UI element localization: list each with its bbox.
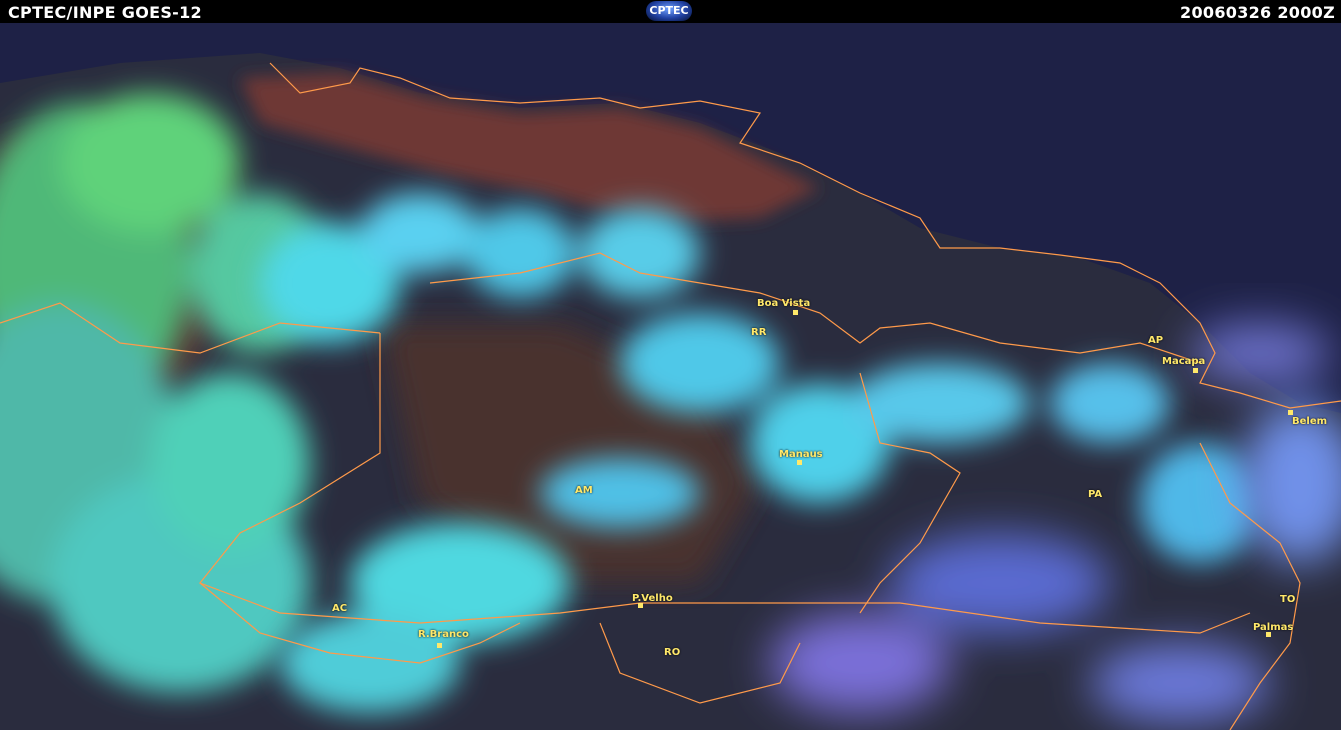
cptec-logo: CPTEC <box>646 1 692 21</box>
state-label-ac: AC <box>332 603 348 614</box>
state-label-pa: PA <box>1088 489 1103 500</box>
satellite-title: CPTEC/INPE GOES-12 <box>8 3 202 22</box>
city-label-r-branco: R.Branco <box>418 629 469 640</box>
state-label-to: TO <box>1280 594 1296 605</box>
city-label-palmas: Palmas <box>1253 622 1294 633</box>
satellite-image: RR AP AM PA AC RO TO Boa Vista Macapa Be… <box>0 23 1341 730</box>
city-label-belem: Belem <box>1292 416 1328 427</box>
satellite-imagery <box>0 23 1341 730</box>
state-label-am: AM <box>575 485 593 496</box>
city-marker-manaus <box>797 460 802 465</box>
timestamp: 20060326 2000Z <box>1180 3 1335 22</box>
logo-text: CPTEC <box>649 4 689 17</box>
city-marker-macapa <box>1193 368 1198 373</box>
state-label-ro: RO <box>664 647 681 658</box>
city-label-manaus: Manaus <box>779 449 823 460</box>
city-marker-belem <box>1288 410 1293 415</box>
city-marker-boa-vista <box>793 310 798 315</box>
satellite-viewer: CPTEC/INPE GOES-12 20060326 2000Z CPTEC <box>0 0 1341 730</box>
city-marker-palmas <box>1266 632 1271 637</box>
city-label-boa-vista: Boa Vista <box>757 298 811 309</box>
city-marker-p-velho <box>638 603 643 608</box>
state-label-ap: AP <box>1148 335 1164 346</box>
city-label-macapa: Macapa <box>1162 356 1206 367</box>
state-label-rr: RR <box>751 327 767 338</box>
city-marker-r-branco <box>437 643 442 648</box>
